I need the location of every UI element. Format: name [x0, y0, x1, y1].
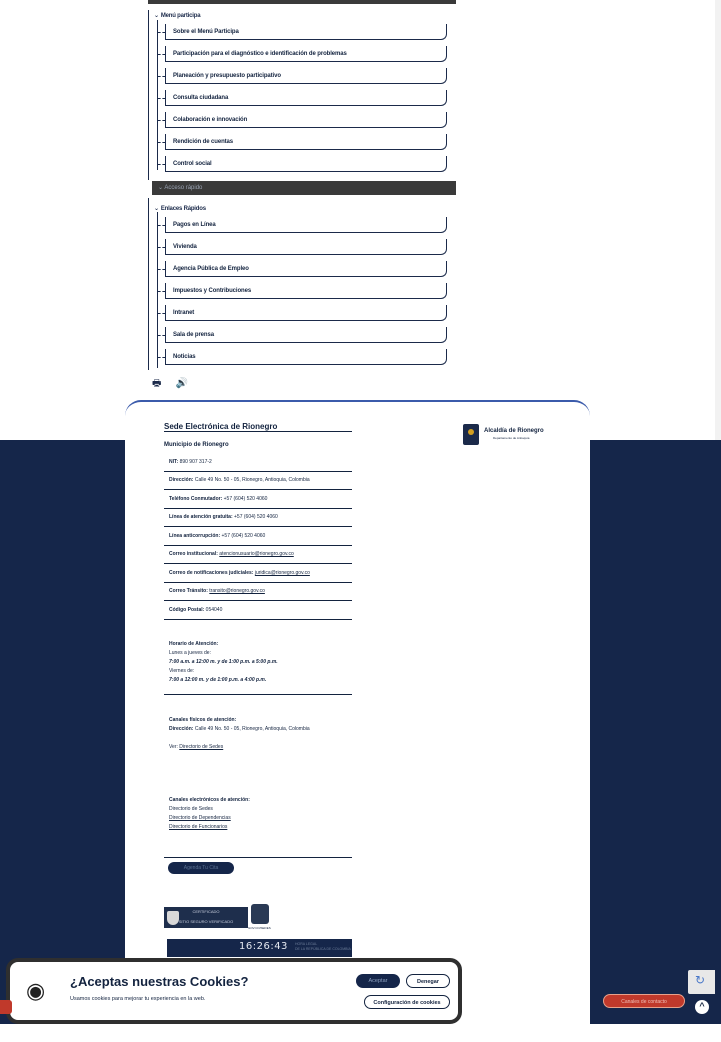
- divider: [164, 582, 352, 583]
- hours-block: Horario de Atención: Lunes a jueves de: …: [169, 641, 278, 683]
- nit-row: NIT: 890 907 317-2: [169, 459, 212, 465]
- clock-caption: HORA LEGAL DE LA REPÚBLICA DE COLOMBIA: [295, 942, 351, 951]
- legal-time-widget: 16:26:43 HORA LEGAL DE LA REPÚBLICA DE CO…: [167, 939, 352, 957]
- menu-item-sobre[interactable]: Sobre el Menú Participa: [158, 24, 447, 40]
- divider: [164, 694, 352, 695]
- divider: [164, 489, 352, 490]
- menu-top-bar: [148, 0, 456, 4]
- divider: [164, 471, 352, 472]
- transit-row: Correo Tránsito: transito@rionegro.gov.c…: [169, 588, 265, 594]
- free-line-row: Línea de atención gratuita: +57 (604) 52…: [169, 514, 278, 520]
- menu-item-rendicion[interactable]: Rendición de cuentas: [158, 134, 447, 150]
- email-row: Correo institucional: atencionusuario@ri…: [169, 551, 294, 557]
- menu-item-vivienda[interactable]: Vivienda: [158, 239, 447, 255]
- recaptcha-badge[interactable]: [688, 970, 715, 994]
- cookie-settings-button[interactable]: Configuración de cookies: [364, 995, 450, 1009]
- utility-icons: 🖶 🔊: [152, 373, 202, 393]
- footer-card: Sede Electrónica de Rionegro Municipio d…: [125, 400, 590, 1042]
- sedes-directory-link[interactable]: Directorio de Sedes: [179, 744, 223, 750]
- cookie-banner: ◉ ¿Aceptas nuestras Cookies? Usamos cook…: [6, 958, 462, 1024]
- anticorruption-row: Línea anticorrupción: +57 (604) 520 4060: [169, 533, 266, 539]
- accessibility-tab[interactable]: [0, 1000, 12, 1014]
- menu-item-control[interactable]: Control social: [158, 156, 447, 172]
- tree-line: [148, 10, 149, 180]
- transit-email-link[interactable]: transito@rionegro.gov.co: [209, 588, 265, 594]
- menu-item-impuestos[interactable]: Impuestos y Contribuciones: [158, 283, 447, 299]
- chevron-down-icon: ⌄: [154, 206, 159, 212]
- speaker-icon[interactable]: 🔊: [175, 378, 187, 389]
- municipality-label: Municipio de Rionegro: [164, 442, 229, 448]
- funcionarios-link[interactable]: Directorio de Funcionarios: [169, 824, 227, 830]
- dependencias-link[interactable]: Directorio de Dependencias: [169, 815, 231, 821]
- enlaces-rapidos-header[interactable]: ⌄ Enlaces Rápidos: [154, 205, 462, 212]
- chevron-up-icon[interactable]: ^: [695, 1000, 709, 1014]
- menu-participa-header[interactable]: ⌄ Menú participa: [154, 12, 462, 19]
- coat-of-arms-icon: [463, 424, 479, 445]
- tree-line: [157, 20, 158, 170]
- deny-cookies-button[interactable]: Denegar: [406, 974, 450, 988]
- menu-item-noticias[interactable]: Noticias: [158, 349, 447, 365]
- schedule-appointment-button[interactable]: Agenda Tu Cita: [168, 862, 234, 874]
- physical-channels-block: Canales físicos de atención: Dirección: …: [169, 717, 310, 750]
- judicial-row: Correo de notificaciones judiciales: jur…: [169, 570, 310, 576]
- tree-line: [157, 212, 158, 368]
- accept-cookies-button[interactable]: Aceptar: [356, 974, 400, 988]
- tree-line: [148, 198, 149, 370]
- chevron-down-icon: ⌄: [154, 13, 159, 19]
- menu-item-pagos[interactable]: Pagos en Línea: [158, 217, 447, 233]
- divider: [164, 619, 352, 620]
- cookie-title: ¿Aceptas nuestras Cookies?: [70, 974, 249, 989]
- divider: [164, 600, 352, 601]
- cookie-icon: ◉: [26, 978, 46, 1003]
- menu-item-planeacion[interactable]: Planeación y presupuesto participativo: [158, 68, 447, 84]
- contact-channels-button[interactable]: Canales de contacto: [603, 994, 685, 1008]
- divider: [164, 545, 352, 546]
- divider: [164, 563, 352, 564]
- rionegro-logo[interactable]: Alcaldía de Rionegro Departamento de Ant…: [463, 424, 553, 446]
- quick-access-band[interactable]: ⌄ Acceso rápido: [152, 181, 456, 195]
- scroll-gutter: [715, 0, 721, 440]
- menu-item-empleo[interactable]: Agencia Pública de Empleo: [158, 261, 447, 277]
- menu-item-diagnostico[interactable]: Participación para el diagnóstico e iden…: [158, 46, 447, 62]
- cookie-subtitle: Usamos cookies para mejorar tu experienc…: [70, 996, 206, 1002]
- phone-row: Teléfono Conmutador: +57 (604) 520 4060: [169, 496, 268, 502]
- menu-item-intranet[interactable]: Intranet: [158, 305, 447, 321]
- postal-row: Código Postal: 054040: [169, 607, 223, 613]
- divider: [164, 508, 352, 509]
- address-row: Dirección: Calle 49 No. 50 - 05, Rionegr…: [169, 477, 310, 483]
- menu-item-prensa[interactable]: Sala de prensa: [158, 327, 447, 343]
- judicial-email-link[interactable]: juridica@rionegro.gov.co: [255, 570, 310, 576]
- printer-icon[interactable]: 🖶: [152, 376, 161, 393]
- menu-item-colaboracion[interactable]: Colaboración e innovación: [158, 112, 447, 128]
- divider: [164, 526, 352, 527]
- gov-badge[interactable]: [251, 904, 269, 924]
- divider: [164, 857, 352, 858]
- secure-site-seal[interactable]: CERTIFICADO SITIO SEGURO VERIFICADO: [164, 907, 248, 928]
- clock-time: 16:26:43: [239, 941, 288, 952]
- gov-badge-label: GOV.CO/SEDES: [248, 926, 271, 930]
- shield-icon: [167, 911, 179, 925]
- menu-item-consulta[interactable]: Consulta ciudadana: [158, 90, 447, 106]
- electronic-channels-block: Canales electrónicos de atención: Direct…: [169, 797, 250, 830]
- email-link[interactable]: atencionusuario@rionegro.gov.co: [219, 551, 293, 557]
- footer-title: Sede Electrónica de Rionegro: [164, 422, 278, 431]
- divider: [164, 431, 352, 432]
